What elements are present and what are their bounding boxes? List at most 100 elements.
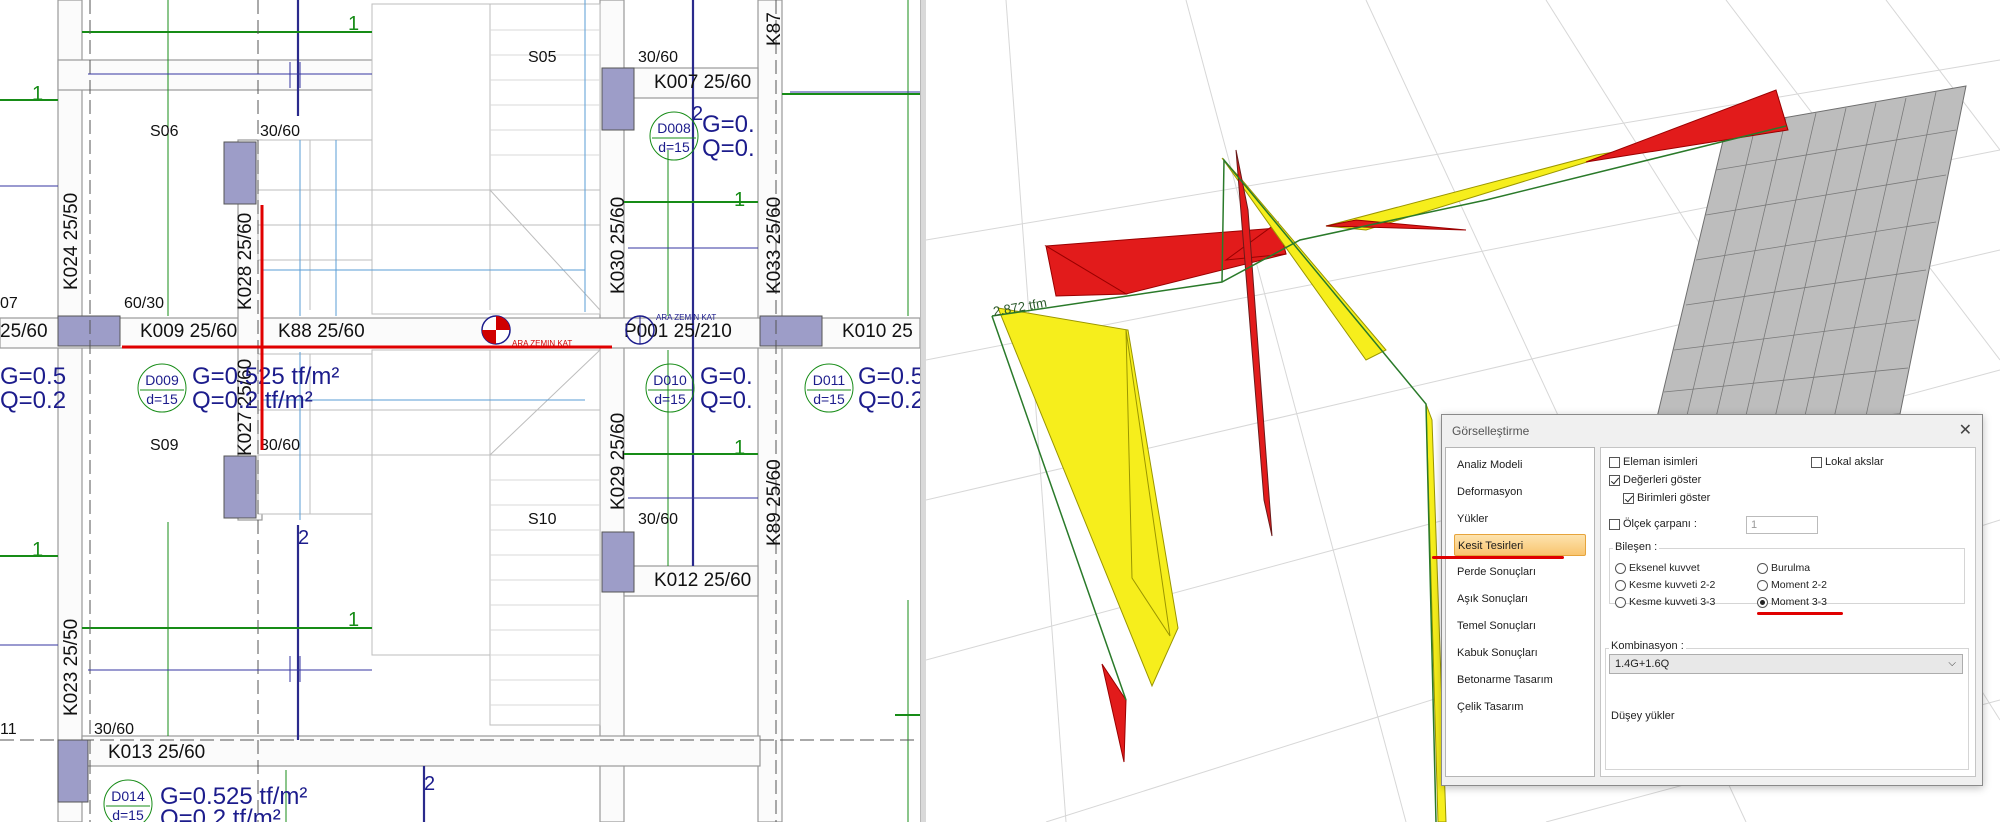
beam-label-k033: K033 25/60: [764, 197, 785, 294]
birimleri-goster-checkbox[interactable]: Birimleri göster: [1623, 492, 1710, 504]
slab-load-q-d014: Q=0.2 tf/m²: [160, 805, 281, 822]
slab-load-q-d010: Q=0.: [700, 387, 753, 414]
scale-factor-input[interactable]: 1: [1746, 516, 1818, 534]
nav-item-analiz-modeli[interactable]: Analiz Modeli: [1454, 454, 1586, 476]
radio-burulma[interactable]: Burulma: [1757, 562, 1810, 574]
slab-load-g-d011: G=0.5: [858, 363, 920, 390]
beam-label-k009: K009 25/60: [140, 321, 237, 342]
checkbox-box: [1609, 456, 1620, 468]
checkbox-box: [1623, 492, 1634, 504]
nav-item-deformasyon[interactable]: Deformasyon: [1454, 481, 1586, 503]
checkbox-box: [1609, 474, 1620, 486]
slab-id-d014: D014: [111, 788, 145, 804]
olcek-carpani-label: Ölçek çarpanı :: [1623, 518, 1697, 530]
column-label-c4: 30/60: [638, 511, 678, 528]
nav-item-temel-sonuclari[interactable]: Temel Sonuçları: [1454, 615, 1586, 637]
beam-label-k024: K024 25/50: [61, 193, 82, 290]
combination-select-value: 1.4G+1.6Q: [1615, 658, 1670, 670]
slab-depth-d009: d=15: [146, 391, 178, 407]
slab-load-q-d008: Q=0.: [702, 135, 755, 162]
close-icon[interactable]: ✕: [1959, 420, 1972, 440]
radio-label: Kesme kuvveti 2-2: [1629, 579, 1716, 591]
radio-moment-3-3[interactable]: Moment 3-3: [1757, 596, 1827, 608]
load-number-1f: 1: [32, 539, 43, 561]
beam-label-k012: K012 25/60: [654, 570, 751, 591]
nav-item-asik-sonuclari[interactable]: Aşık Sonuçları: [1454, 588, 1586, 610]
load-number-1e: 1: [348, 609, 359, 631]
checkbox-box: [1811, 456, 1822, 468]
radio-moment-2-2[interactable]: Moment 2-2: [1757, 579, 1827, 591]
radio-kesme-kuvveti-2-2[interactable]: Kesme kuvveti 2-2: [1615, 579, 1715, 591]
nav-item-celik-tasarim[interactable]: Çelik Tasarım: [1454, 696, 1586, 718]
kombinasyon-group-label: Kombinasyon :: [1609, 640, 1686, 652]
annotation-underline-moment: [1757, 612, 1843, 615]
radio-circle: [1757, 562, 1768, 574]
space-label-s05: S05: [528, 49, 557, 66]
space-label-s09: S09: [150, 437, 179, 454]
eleman-isimleri-label: Eleman isimleri: [1623, 456, 1698, 468]
radio-label: Burulma: [1771, 562, 1811, 574]
nav-item-kesit-tesirleri[interactable]: Kesit Tesirleri: [1454, 534, 1586, 556]
radio-eksenel-kuvvet[interactable]: Eksenel kuvvet: [1615, 562, 1700, 574]
load-number-1d: 1: [734, 437, 745, 459]
slab-depth-d010: d=15: [654, 391, 686, 407]
nav-item-perde-sonuclari[interactable]: Perde Sonuçları: [1454, 561, 1586, 583]
olcek-carpani-checkbox[interactable]: Ölçek çarpanı :: [1609, 518, 1697, 530]
nav-item-kabuk-sonuclari[interactable]: Kabuk Sonuçları: [1454, 642, 1586, 664]
degerleri-goster-label: Değerleri göster: [1623, 474, 1702, 486]
slab-id-d009: D009: [145, 372, 179, 388]
beam-label-k030: K030 25/60: [608, 197, 629, 294]
radio-circle: [1615, 562, 1626, 574]
slab-id-d011: D011: [813, 372, 846, 388]
eleman-isimleri-checkbox[interactable]: Eleman isimleri: [1609, 456, 1698, 468]
slab-id-d010: D010: [653, 372, 687, 388]
slab-load-g-d008: G=0.: [702, 111, 755, 138]
slab-load-q-d011: Q=0.2: [858, 387, 920, 414]
column-label-c5: 30/60: [94, 721, 134, 738]
annotation-underline-nav: [1432, 556, 1564, 559]
beam-label-k87: K87: [764, 12, 785, 46]
floor-plan-view[interactable]: K009 25/60 K88 25/60 P001 25/210 K010 25…: [0, 0, 920, 822]
beam-label-k88: K88 25/60: [278, 321, 365, 342]
radio-label: Kesme kuvveti 3-3: [1629, 596, 1716, 608]
slab-load-g-d009: G=0.525 tf/m²: [192, 363, 339, 390]
plan-canvas[interactable]: K009 25/60 K88 25/60 P001 25/210 K010 25…: [0, 0, 920, 822]
load-number-1c: 1: [734, 189, 745, 211]
category-list: Analiz Modeli Deformasyon Yükler Kesit T…: [1445, 447, 1595, 777]
load-number-2b: 2: [298, 527, 309, 549]
column-label-c8: 11: [0, 721, 17, 738]
combination-description: Düşey yükler: [1611, 710, 1675, 722]
combination-select[interactable]: 1.4G+1.6Q ⌵: [1609, 654, 1963, 674]
column-label-c3: 30/60: [638, 49, 678, 66]
beam-label-k023: K023 25/50: [61, 619, 82, 716]
radio-label: Moment 3-3: [1771, 596, 1828, 608]
beam-label-k010: K010 25: [842, 321, 913, 342]
slab-depth-d014: d=15: [112, 807, 144, 822]
story-label-a: ARA ZEMIN KAT: [512, 339, 572, 348]
nav-item-yukler[interactable]: Yükler: [1454, 508, 1586, 530]
visualization-dialog: Görselleştirme ✕ Analiz Modeli Deformasy…: [1432, 414, 1983, 786]
beam-label-k029: K029 25/60: [608, 413, 629, 510]
beam-label-k007: K007 25/60: [654, 72, 751, 93]
dialog-title: Görselleştirme: [1452, 424, 1530, 438]
bilesen-group-label: Bileşen :: [1613, 541, 1660, 553]
slab-load-g-d010: G=0.: [700, 363, 753, 390]
radio-kesme-kuvveti-3-3[interactable]: Kesme kuvveti 3-3: [1615, 596, 1715, 608]
space-label-s10: S10: [528, 511, 557, 528]
degerleri-goster-checkbox[interactable]: Değerleri göster: [1609, 474, 1701, 486]
birimleri-goster-label: Birimleri göster: [1637, 492, 1711, 504]
slab-id-d008: D008: [657, 120, 691, 136]
beam-label-k013: K013 25/60: [108, 742, 205, 763]
radio-circle: [1615, 579, 1626, 591]
checkbox-box: [1609, 518, 1620, 530]
radio-label: Eksenel kuvvet: [1629, 562, 1700, 574]
column-label-c7: 07: [0, 295, 18, 312]
radio-label: Moment 2-2: [1771, 579, 1828, 591]
radio-circle: [1757, 579, 1768, 591]
lokal-akslar-checkbox[interactable]: Lokal akslar: [1811, 456, 1884, 468]
lokal-akslar-label: Lokal akslar: [1825, 456, 1884, 468]
beam-label-k028: K028 25/60: [235, 213, 256, 310]
nav-item-betonarme-tasarim[interactable]: Betonarme Tasarım: [1454, 669, 1586, 691]
load-number-2a: 2: [692, 103, 703, 125]
space-label-s06: S06: [150, 123, 179, 140]
